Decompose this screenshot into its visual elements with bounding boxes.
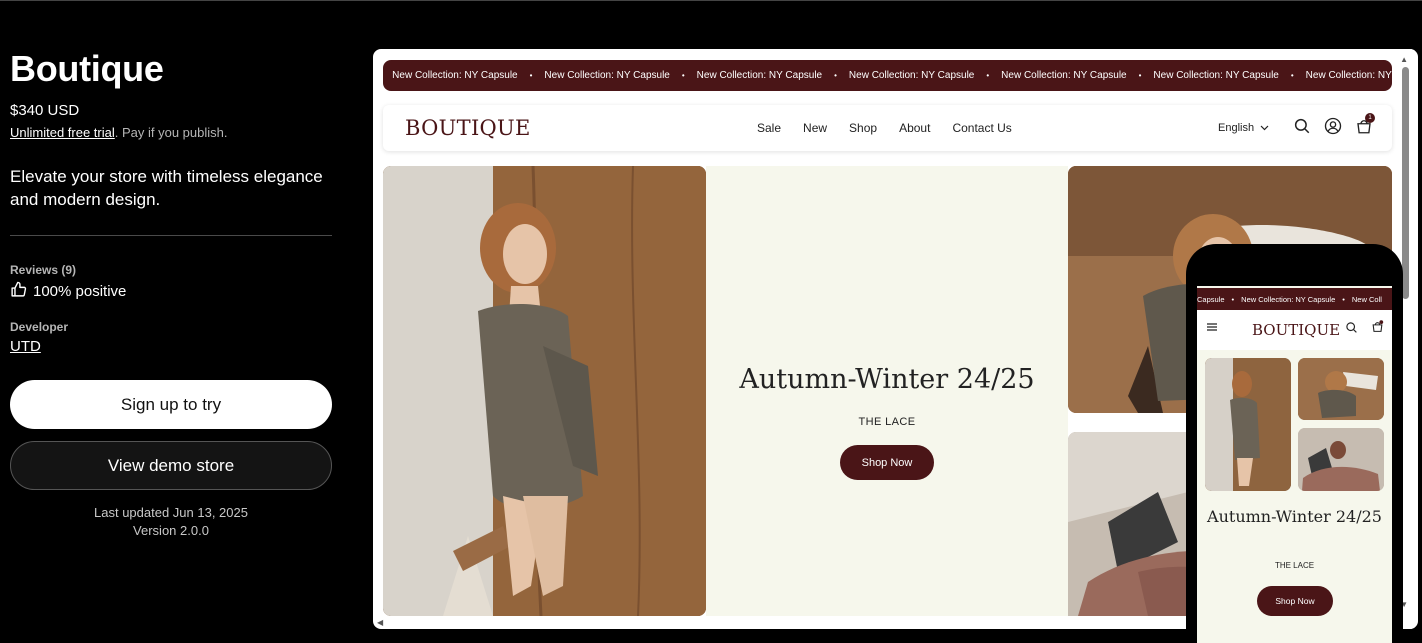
nav-sale[interactable]: Sale [757, 121, 781, 135]
version: Version 2.0.0 [133, 523, 209, 538]
mobile-cart-icon[interactable] [1371, 320, 1384, 338]
announcement-bar: sule • New Collection: NY Capsule • New … [383, 60, 1392, 91]
announcement-text: New Collection: NY Capsule [696, 70, 823, 81]
mobile-image-main [1205, 358, 1291, 491]
mobile-hero-title: Autumn-Winter 24/25 [1207, 507, 1382, 526]
scroll-thumb[interactable] [1402, 67, 1409, 299]
account-icon[interactable] [1324, 117, 1342, 140]
hero-subtitle: THE LACE [858, 416, 916, 428]
mobile-announcement-text: New Coll [1351, 294, 1382, 304]
cart-icon[interactable]: 1 [1355, 112, 1375, 140]
announcement-text: New Collection: NY Capsule [544, 70, 670, 81]
divider [10, 235, 332, 236]
store-header: BOUTIQUE Sale New Shop About Contact Us … [383, 105, 1392, 151]
mobile-image-top-right [1298, 358, 1384, 420]
developer-section: Developer UTD [10, 320, 332, 356]
nav-about[interactable]: About [899, 121, 930, 135]
hero-image-main [383, 166, 706, 616]
mobile-search-icon[interactable] [1345, 321, 1358, 339]
nav-shop[interactable]: Shop [849, 121, 877, 135]
theme-title: Boutique [10, 48, 164, 89]
theme-info-panel: Boutique $340 USD Unlimited free trial. … [10, 48, 332, 540]
search-icon[interactable] [1293, 117, 1311, 140]
theme-price: $340 USD [10, 102, 80, 119]
update-info: Last updated Jun 13, 2025 Version 2.0.0 [10, 504, 332, 540]
scroll-left-arrow-icon[interactable]: ◀ [377, 618, 383, 627]
mobile-image-bottom-right [1298, 428, 1384, 491]
announcement-text: New Collection: NY Capsule [1153, 70, 1279, 81]
hamburger-menu-icon[interactable] [1206, 320, 1218, 338]
reviews-label[interactable]: Reviews (9) [10, 263, 332, 277]
trial-suffix: . Pay if you publish. [114, 125, 228, 140]
last-updated: Last updated Jun 13, 2025 [94, 505, 248, 520]
view-demo-store-button[interactable]: View demo store [10, 441, 332, 490]
hero-content: Autumn-Winter 24/25 THE LACE Shop Now [706, 166, 1068, 616]
announcement-text: New Collection: NY Capsule [848, 70, 975, 81]
cart-count-badge: 1 [1365, 112, 1375, 123]
scroll-up-arrow-icon[interactable]: ▲ [1400, 55, 1408, 64]
main-nav: Sale New Shop About Contact Us [757, 121, 1034, 135]
store-logo[interactable]: BOUTIQUE [405, 116, 531, 140]
hero-title: Autumn-Winter 24/25 [739, 364, 1035, 395]
free-trial-link[interactable]: Unlimited free trial [10, 125, 115, 140]
mobile-announcement-bar: Capsule • New Collection: NY Capsule • N… [1197, 288, 1392, 310]
mobile-shop-now-button[interactable]: Shop Now [1257, 586, 1333, 616]
mobile-header: BOUTIQUE [1197, 310, 1392, 350]
mobile-preview[interactable]: Capsule • New Collection: NY Capsule • N… [1186, 244, 1403, 643]
language-label: English [1218, 122, 1255, 134]
reviews-positive-text: 100% positive [33, 283, 127, 300]
top-border [0, 0, 1422, 1]
sign-up-button[interactable]: Sign up to try [10, 380, 332, 429]
reviews-section: Reviews (9) 100% positive [10, 263, 332, 302]
header-icons: 1 [1293, 112, 1375, 140]
reviews-positive: 100% positive [10, 281, 332, 302]
announcement-text: New Collection: NY Cap [1305, 70, 1392, 81]
language-selector[interactable]: English [1218, 122, 1269, 134]
thumbs-up-icon [10, 281, 27, 302]
nav-new[interactable]: New [803, 121, 827, 135]
shop-now-button[interactable]: Shop Now [840, 445, 934, 480]
mobile-announcement-text: Capsule [1197, 294, 1225, 304]
mobile-hero-subtitle: THE LACE [1274, 561, 1315, 570]
announcement-text: New Collection: NY Capsule [1001, 70, 1127, 81]
chevron-down-icon [1260, 122, 1269, 134]
mobile-screen: Capsule • New Collection: NY Capsule • N… [1197, 286, 1392, 643]
mobile-store-logo[interactable]: BOUTIQUE [1252, 321, 1340, 339]
trial-info: Unlimited free trial. Pay if you publish… [10, 125, 332, 140]
developer-label: Developer [10, 320, 69, 334]
mobile-announcement-text: New Collection: NY Capsule [1241, 294, 1336, 304]
developer-link[interactable]: UTD [10, 338, 41, 355]
theme-description: Elevate your store with timeless eleganc… [10, 167, 323, 209]
vertical-scrollbar[interactable]: ▲ ▼ [1400, 49, 1415, 629]
announcement-text: New Collection: NY Capsule [392, 70, 518, 81]
nav-contact-us[interactable]: Contact Us [952, 121, 1011, 135]
